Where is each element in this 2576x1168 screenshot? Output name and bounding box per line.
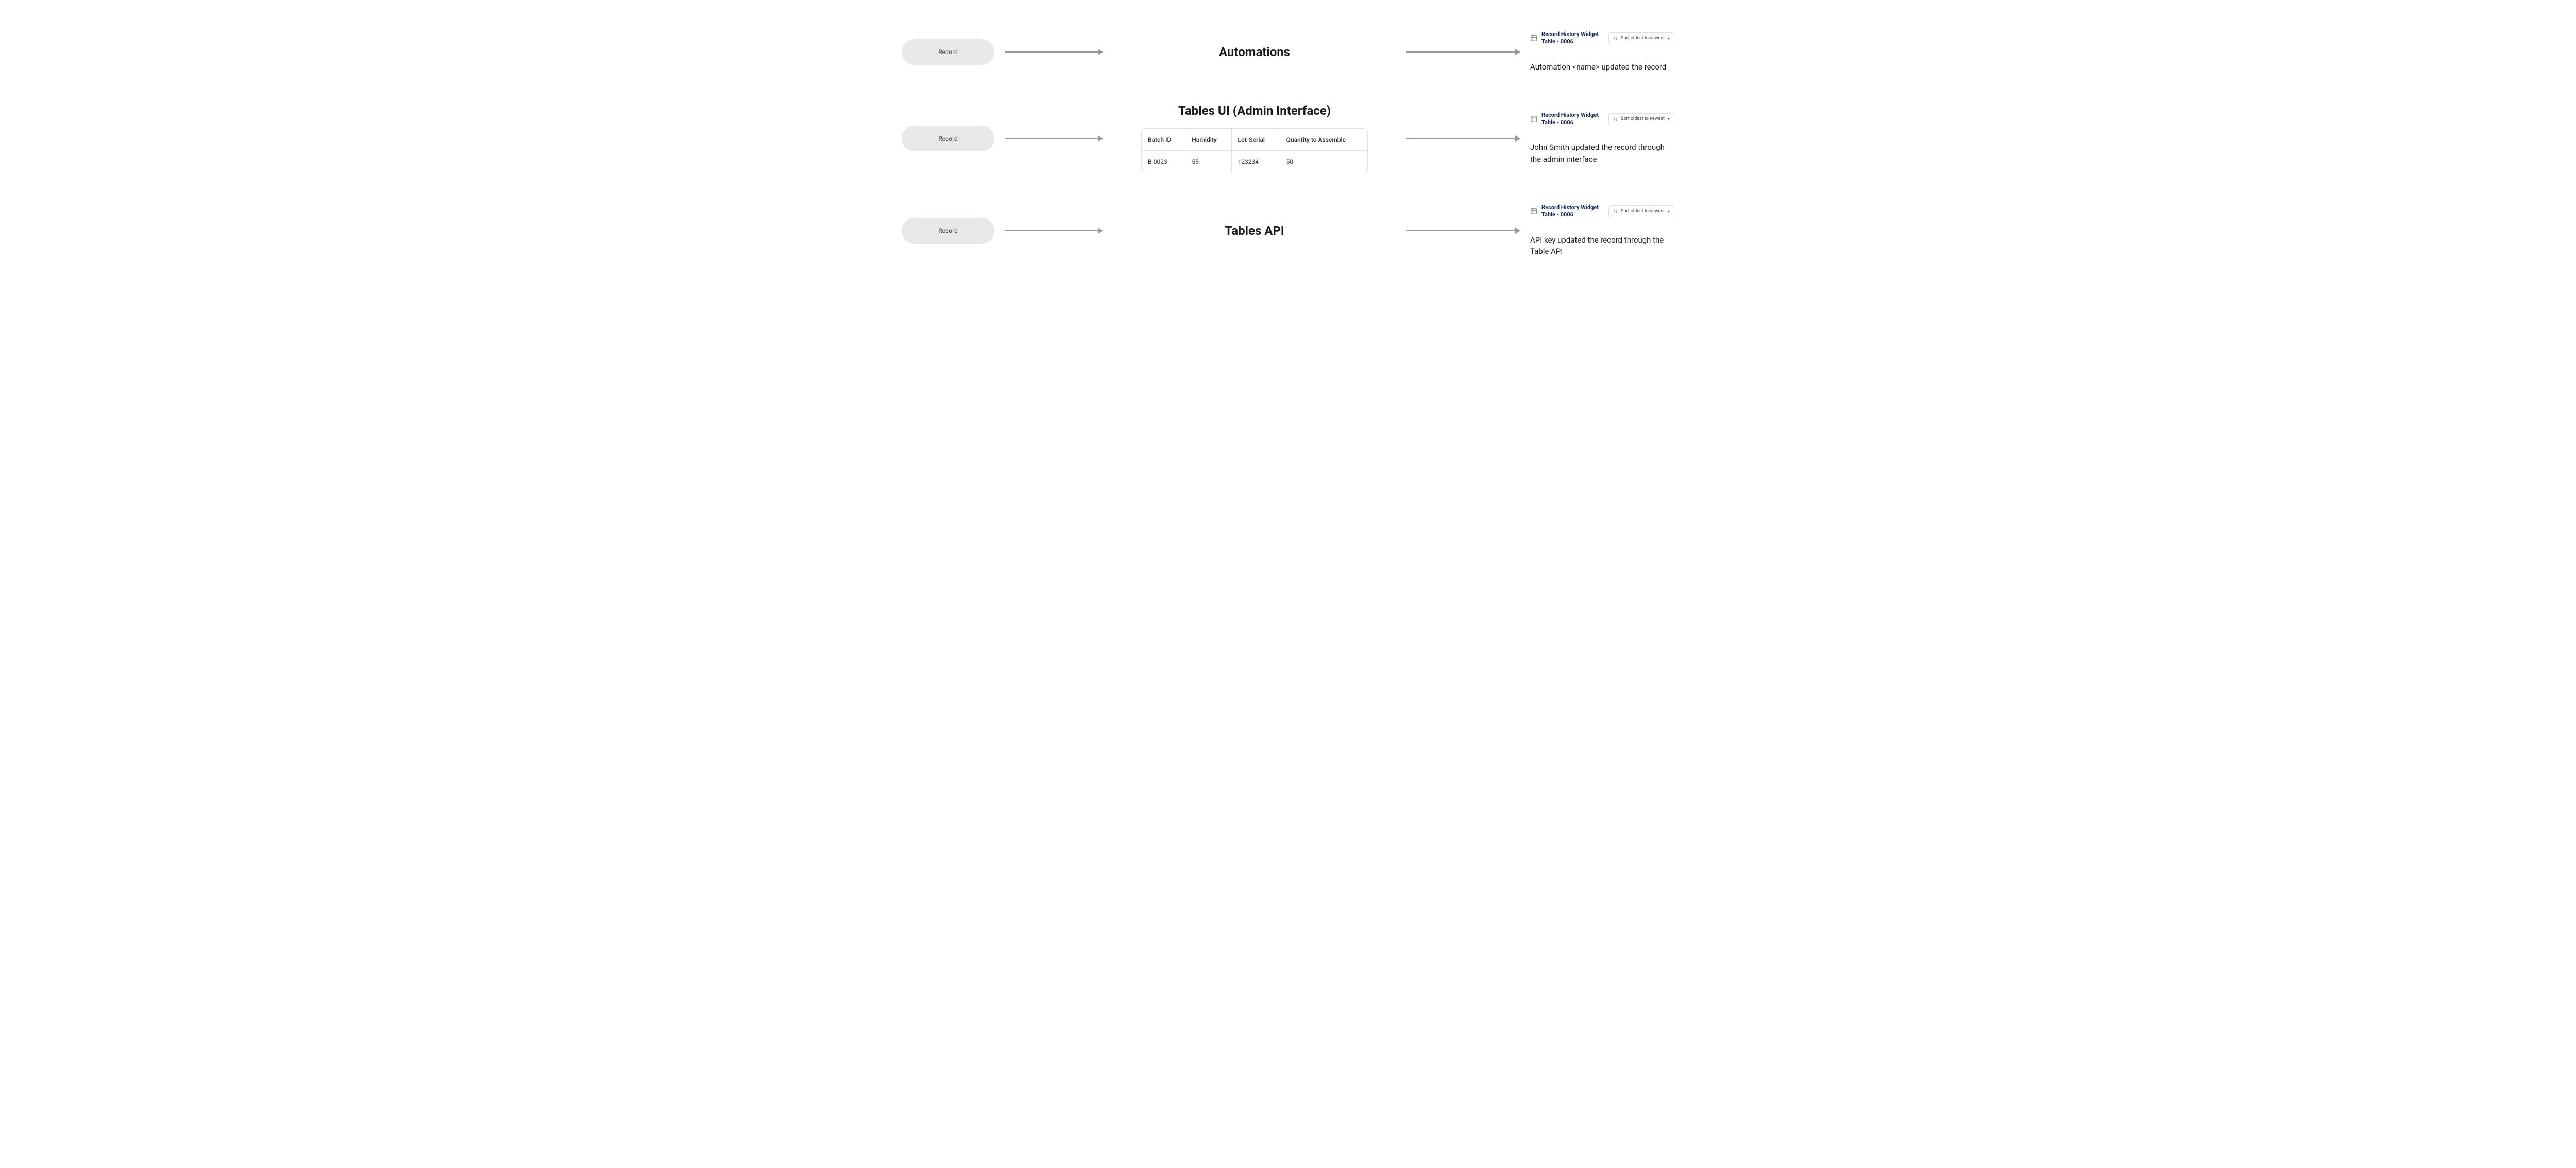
widget-title-wrap: Record History Widget Table - 0006	[1530, 112, 1603, 127]
row-automations: Record Automations Record History Widget…	[902, 31, 1674, 73]
widget-header: Record History Widget Table - 0006 ↑↓ So…	[1530, 204, 1674, 219]
sort-asc-icon: ↑↓	[1613, 36, 1618, 41]
center-tables-api: Tables API	[1113, 224, 1396, 238]
admin-table: Batch ID Humidity Lot-Serial Quantity to…	[1141, 128, 1368, 173]
sort-label: Sort oldest to newest	[1621, 209, 1665, 214]
widget-title-wrap: Record History Widget Table - 0006	[1530, 31, 1603, 46]
result-tables-ui: Record History Widget Table - 0006 ↑↓ So…	[1530, 112, 1674, 165]
table-header: Batch ID	[1142, 129, 1185, 151]
table-cell: 123234	[1231, 151, 1280, 173]
table-header-row: Batch ID Humidity Lot-Serial Quantity to…	[1142, 129, 1367, 151]
table-row: B-0023 55 123234 50	[1142, 151, 1367, 173]
row-tables-api: Record Tables API Record History Widget …	[902, 204, 1674, 257]
arrow-icon	[1406, 138, 1520, 139]
section-title: Tables API	[1225, 224, 1284, 238]
center-tables-ui: Tables UI (Admin Interface) Batch ID Hum…	[1113, 104, 1396, 173]
widget-title: Record History Widget Table - 0006	[1541, 112, 1603, 127]
row-tables-ui: Record Tables UI (Admin Interface) Batch…	[902, 104, 1674, 173]
sort-asc-icon: ↑↓	[1613, 116, 1618, 122]
chevron-down-icon: ▾	[1668, 36, 1670, 41]
chevron-down-icon: ▾	[1668, 117, 1670, 122]
arrow-icon	[1406, 230, 1520, 231]
sort-label: Sort oldest to newest	[1621, 116, 1665, 122]
description-text: API key updated the record through the T…	[1530, 234, 1674, 257]
history-icon	[1530, 115, 1537, 123]
record-pill: Record	[902, 126, 994, 151]
sort-asc-icon: ↑↓	[1613, 209, 1618, 214]
description-text: John Smith updated the record through th…	[1530, 142, 1674, 165]
widget-title: Record History Widget Table - 0006	[1541, 31, 1603, 46]
table-cell: 50	[1280, 151, 1367, 173]
history-icon	[1530, 35, 1537, 42]
sort-label: Sort oldest to newest	[1621, 36, 1665, 41]
table-header: Humidity	[1185, 129, 1231, 151]
record-pill: Record	[902, 39, 994, 65]
widget-title-wrap: Record History Widget Table - 0006	[1530, 204, 1603, 219]
result-tables-api: Record History Widget Table - 0006 ↑↓ So…	[1530, 204, 1674, 257]
table-cell: B-0023	[1142, 151, 1185, 173]
widget-header: Record History Widget Table - 0006 ↑↓ So…	[1530, 112, 1674, 127]
section-title: Tables UI (Admin Interface)	[1178, 104, 1331, 118]
arrow-icon	[1406, 51, 1520, 53]
arrow-icon	[1005, 138, 1103, 139]
description-text: Automation <name> updated the record	[1530, 61, 1674, 73]
widget-title: Record History Widget Table - 0006	[1541, 204, 1603, 219]
center-automations: Automations	[1113, 45, 1396, 59]
widget-header: Record History Widget Table - 0006 ↑↓ So…	[1530, 31, 1674, 46]
table-cell: 55	[1185, 151, 1231, 173]
record-pill: Record	[902, 218, 994, 244]
result-automations: Record History Widget Table - 0006 ↑↓ So…	[1530, 31, 1674, 73]
arrow-icon	[1005, 230, 1103, 231]
section-title: Automations	[1219, 45, 1290, 59]
sort-button[interactable]: ↑↓ Sort oldest to newest ▾	[1608, 32, 1674, 44]
diagram-container: Record Automations Record History Widget…	[902, 31, 1674, 257]
arrow-icon	[1005, 51, 1103, 53]
table-header: Lot-Serial	[1231, 129, 1280, 151]
sort-button[interactable]: ↑↓ Sort oldest to newest ▾	[1608, 113, 1674, 125]
sort-button[interactable]: ↑↓ Sort oldest to newest ▾	[1608, 205, 1674, 217]
chevron-down-icon: ▾	[1668, 209, 1670, 214]
table-header: Quantity to Assemble	[1280, 129, 1367, 151]
history-icon	[1530, 208, 1537, 215]
